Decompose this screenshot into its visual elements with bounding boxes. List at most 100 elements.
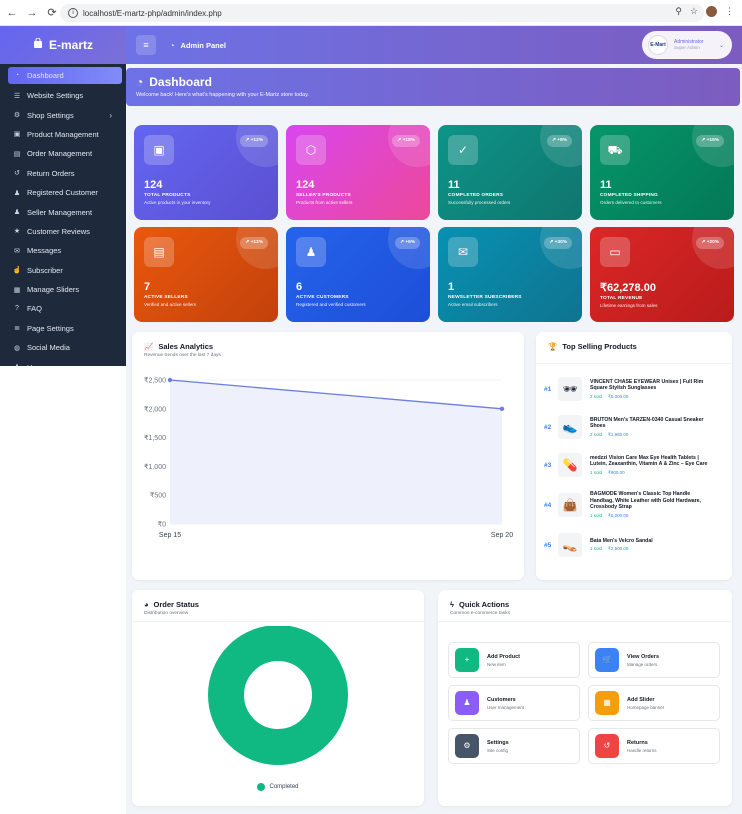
stat-value: 124 — [144, 179, 163, 191]
bag-icon: ▣ — [13, 131, 21, 139]
stat-description: Lifetime earnings from sales — [600, 303, 658, 308]
order-status-title: Order Status — [153, 600, 199, 609]
top-product-row[interactable]: #3 💊 medzzi Vision Care Max Eye Health Tab… — [544, 448, 724, 482]
order-status-donut — [208, 626, 348, 765]
quick-action-label: Returns — [627, 739, 648, 746]
top-product-row[interactable]: #5 👡 Bata Men's Velcro Sandal 1 sold ₹2,500.… — [544, 528, 724, 562]
dashboard-gauge-icon: ◔ — [136, 75, 144, 89]
sidebar-item-page-settings[interactable]: ≣ Page Settings — [0, 319, 126, 338]
sidebar-item-label: Subscriber — [27, 265, 63, 275]
product-name: VINCENT CHASE EYEWEAR Unisex | Full Rim … — [590, 378, 704, 392]
plus-icon: + — [455, 648, 479, 672]
forward-icon[interactable]: → — [24, 7, 40, 19]
profile-avatar[interactable] — [706, 6, 717, 17]
sales-subtitle: Revenue trends over the last 7 days — [144, 353, 221, 358]
quick-action-label: Settings — [487, 739, 509, 746]
quick-action-add-slider[interactable]: ▦ Add Slider Homepage banner — [588, 685, 720, 721]
legend-swatch — [257, 783, 266, 791]
y-tick-label: ₹1,000 — [144, 463, 166, 471]
product-rank: #3 — [544, 461, 552, 469]
sidebar-item-label: Return Orders — [27, 168, 75, 178]
image-icon: ▦ — [595, 691, 619, 715]
sidebar-item-return-orders[interactable]: ↺ Return Orders — [0, 164, 126, 183]
sidebar-item-dashboard[interactable]: ◔ Dashboard — [8, 67, 122, 84]
zoom-icon[interactable]: ⚲ — [675, 6, 682, 17]
stat-value: 1 — [448, 281, 455, 293]
sidebar-item-social-media[interactable]: ◍ Social Media — [0, 338, 126, 357]
sidebar-item-users[interactable]: ♟ Users — [0, 357, 126, 366]
sidebar-item-label: Customer Reviews — [27, 226, 90, 236]
product-sold: 1 sold — [590, 512, 603, 518]
product-rank: #1 — [544, 385, 552, 393]
data-point[interactable] — [167, 377, 173, 383]
quick-action-returns[interactable]: ↺ Returns Handle returns — [588, 728, 720, 764]
product-rank: #5 — [544, 541, 552, 549]
quick-action-settings[interactable]: ⚙ Settings Site config — [448, 728, 580, 764]
quick-actions-title: Quick Actions — [458, 600, 510, 609]
stat-value: 11 — [600, 179, 612, 191]
top-product-row[interactable]: #1 🕶 VINCENT CHASE EYEWEAR Unisex | Full R… — [544, 372, 724, 406]
product-name: BAGMODE Women's Classic Top Handle Handb… — [590, 491, 701, 511]
sneaker-icon: 👟 — [558, 415, 582, 439]
reload-icon[interactable]: ⟳ — [44, 6, 60, 19]
browser-menu-icon[interactable]: ⋮ — [725, 6, 734, 17]
store-icon: ▤ — [144, 237, 174, 267]
lightning-icon: ϟ — [450, 600, 454, 609]
stat-description: Orders delivered to customers — [600, 200, 662, 205]
info-icon[interactable]: i — [68, 8, 78, 18]
envelope-icon: ✉ — [448, 237, 478, 267]
bookmark-star-icon[interactable]: ☆ — [690, 6, 698, 17]
sidebar-item-website-settings[interactable]: ☰ Website Settings — [0, 86, 126, 105]
order-status-subtitle: Distribution overview — [144, 611, 189, 616]
sidebar-item-customer-reviews[interactable]: ★ Customer Reviews — [0, 222, 126, 241]
store-logo-avatar: E-Mart — [648, 35, 668, 55]
gears-icon: ⚙ — [13, 112, 21, 120]
area-fill — [170, 380, 502, 524]
product-price: ₹900.00 — [608, 469, 625, 475]
top-product-row[interactable]: #4 👜 BAGMODE Women's Classic Top Handle Ha… — [544, 488, 724, 522]
brand-logo[interactable]: E-martz — [0, 26, 126, 64]
quick-action-add-product[interactable]: + Add Product New item — [448, 642, 580, 678]
stat-description: Products from active sellers — [296, 200, 353, 205]
sidebar-item-messages[interactable]: ✉ Messages — [0, 241, 126, 260]
stat-card-total-revenue: ▭ ↗ +20% ₹62,278.00 TOTAL REVENUE Lifetime e… — [590, 227, 734, 322]
brand-name: E-martz — [48, 38, 93, 52]
sidebar-item-manage-sliders[interactable]: ▦ Manage Sliders — [0, 280, 126, 299]
top-product-row[interactable]: #2 👟 BRUTON Men's TARZEN-0340 Casual Sneak… — [544, 410, 724, 444]
top-selling-title: Top Selling Products — [562, 342, 637, 351]
sidebar-item-shop-settings[interactable]: ⚙ Shop Settings › — [0, 105, 126, 124]
quick-action-customers[interactable]: ♟ Customers User management — [448, 685, 580, 721]
data-point[interactable] — [499, 406, 505, 411]
user-role: Super Admin — [674, 45, 700, 50]
sidebar-item-order-management[interactable]: ▤ Order Management — [0, 144, 126, 163]
stat-label: SELLER'S PRODUCTS — [296, 193, 351, 198]
quick-action-view-orders[interactable]: 🛒 View Orders Manage orders — [588, 642, 720, 678]
sidebar-item-label: Website Settings — [27, 91, 84, 101]
stat-card-active-sellers: ▤ ↗ +12% 7 ACTIVE SELLERS Verified and activ… — [134, 227, 278, 322]
product-rank: #4 — [544, 501, 552, 509]
dashboard-banner: ◔ Dashboard Welcome back! Here's what's h… — [126, 68, 740, 106]
y-tick-label: ₹500 — [150, 492, 166, 500]
sidebar-item-subscriber[interactable]: ☝ Subscriber — [0, 261, 126, 280]
hamburger-menu-button[interactable]: ≡ — [136, 35, 156, 55]
stat-card-total-products: ▣ ↗ +12% 124 TOTAL PRODUCTS Active products … — [134, 125, 278, 220]
back-icon[interactable]: ← — [4, 7, 20, 19]
stat-description: Active email subscribers — [448, 302, 498, 307]
sales-line-chart: ₹0 ₹500 ₹1,000 ₹1,500 ₹2,000 ₹2,500 Sep 15 Sep … — [144, 377, 513, 540]
envelope-icon: ✉ — [14, 247, 20, 255]
user-dropdown[interactable]: E-Mart Administrator Super Admin ⌄ — [642, 31, 732, 59]
sidebar-item-faq[interactable]: ? FAQ — [0, 299, 126, 318]
stat-card-completed-orders: ✓ ↗ +8% 11 COMPLETED ORDERS Successfully pro… — [438, 125, 582, 220]
sidebar-item-product-management[interactable]: ▣ Product Management — [0, 125, 126, 144]
sidebar-item-label: Messages — [27, 246, 62, 256]
stat-label: ACTIVE CUSTOMERS — [296, 295, 349, 300]
sliders-icon: ☰ — [13, 92, 21, 100]
handbag-icon: 👜 — [558, 493, 582, 517]
address-bar[interactable]: i localhost/E-martz-php/admin/index.php — [60, 4, 704, 22]
stat-value: 6 — [296, 281, 303, 293]
stat-label: TOTAL REVENUE — [600, 296, 643, 301]
shopping-bag-icon — [33, 37, 43, 52]
sidebar-item-seller-management[interactable]: ♟ Seller Management — [0, 202, 126, 221]
sidebar-item-registered-customer[interactable]: ♟ Registered Customer — [0, 183, 126, 202]
y-tick-label: ₹1,500 — [144, 434, 166, 442]
